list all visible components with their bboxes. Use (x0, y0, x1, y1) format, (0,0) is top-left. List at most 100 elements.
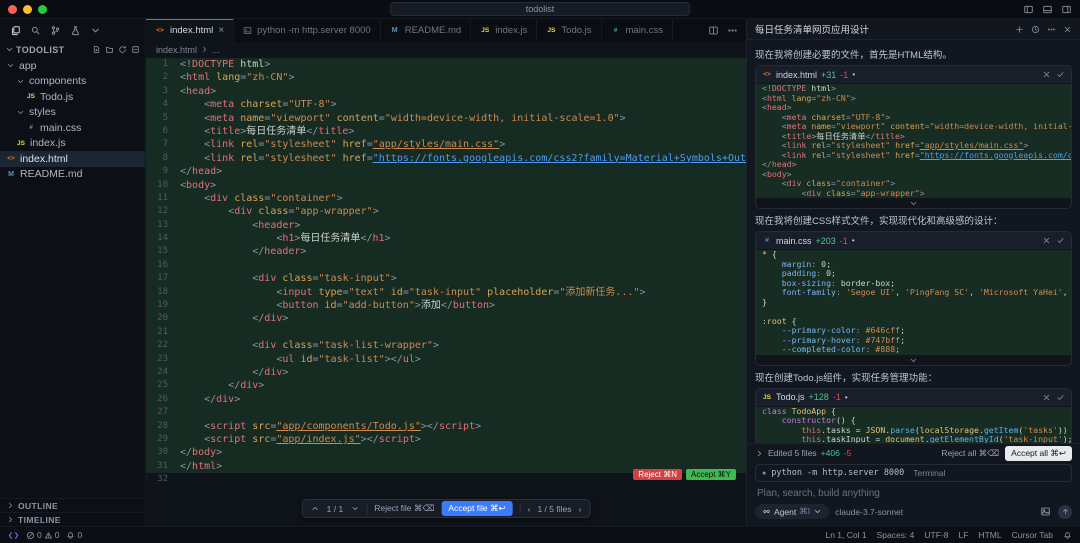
more-icon[interactable] (1047, 25, 1056, 34)
editor-line-4[interactable]: 4 <meta charset="UTF-8"> (146, 98, 746, 111)
file-index.js[interactable]: JSindex.js (0, 136, 145, 152)
bell-icon[interactable] (1063, 531, 1072, 540)
collapse-all-icon[interactable] (131, 45, 140, 54)
prev-file-icon[interactable]: ‹ (528, 504, 531, 514)
editor-line-29[interactable]: 29 <script src="app/index.js"></script> (146, 433, 746, 446)
history-icon[interactable] (1031, 25, 1040, 34)
editor-line-5[interactable]: 5 <meta name="viewport" content="width=d… (146, 112, 746, 125)
folder-styles[interactable]: styles (0, 105, 145, 121)
diff-card-header[interactable]: JSTodo.js+128-1• (756, 389, 1071, 406)
breadcrumb-item[interactable]: ... (212, 45, 220, 55)
new-folder-icon[interactable] (105, 45, 114, 54)
editor-line-10[interactable]: 10<body> (146, 179, 746, 192)
toggle-secondary-sidebar-icon[interactable] (1061, 4, 1072, 15)
editor-line-25[interactable]: 25 </div> (146, 379, 746, 392)
close-icon[interactable] (1042, 236, 1051, 245)
editor-line-1[interactable]: 1<!DOCTYPE html> (146, 58, 746, 71)
status-lf[interactable]: LF (959, 530, 969, 540)
file-Todo.js[interactable]: JSTodo.js (0, 89, 145, 105)
editor-line-21[interactable]: 21 (146, 326, 746, 339)
editor-line-18[interactable]: 18 <input type="text" id="task-input" pl… (146, 286, 746, 299)
more-icon[interactable] (727, 25, 738, 36)
editor-line-11[interactable]: 11 <div class="container"> (146, 192, 746, 205)
accept-file-button[interactable]: Accept file ⌘↩ (441, 501, 512, 516)
folder-app[interactable]: app (0, 58, 145, 74)
status-html[interactable]: HTML (978, 530, 1001, 540)
editor-line-12[interactable]: 12 <div class="app-wrapper"> (146, 205, 746, 218)
close-tab-icon[interactable]: × (218, 25, 224, 36)
split-editor-icon[interactable] (708, 25, 719, 36)
expand-edited-files-icon[interactable] (755, 449, 764, 458)
maximize-window-button[interactable] (38, 5, 47, 14)
plus-icon[interactable] (1015, 25, 1024, 34)
tab-Todo.js[interactable]: JSTodo.js (537, 19, 601, 42)
diff-card-header[interactable]: <>index.html+31-1• (756, 66, 1071, 83)
status-spaces-4[interactable]: Spaces: 4 (877, 530, 915, 540)
close-icon[interactable] (1042, 70, 1051, 79)
tab-index.js[interactable]: JSindex.js (471, 19, 537, 42)
editor-line-17[interactable]: 17 <div class="task-input"> (146, 272, 746, 285)
reject-hunk-button[interactable]: Reject ⌘N (633, 469, 682, 480)
toggle-sidebar-icon[interactable] (1023, 4, 1034, 15)
accept-hunk-button[interactable]: Accept ⌘Y (686, 469, 736, 480)
agent-mode-selector[interactable]: Agent ⌘I (755, 504, 829, 519)
editor-line-2[interactable]: 2<html lang="zh-CN"> (146, 71, 746, 84)
chevron-down-icon[interactable] (909, 199, 918, 208)
file-README.md[interactable]: MREADME.md (0, 167, 145, 183)
file-main.css[interactable]: #main.css (0, 120, 145, 136)
check-icon[interactable] (1056, 393, 1065, 402)
file-index.html[interactable]: <>index.html (0, 151, 145, 167)
tab-index.html[interactable]: <>index.html× (146, 19, 234, 42)
diff-card-header[interactable]: #main.css+203-1• (756, 232, 1071, 249)
editor-line-19[interactable]: 19 <button id="add-button">添加</button> (146, 299, 746, 312)
status-ln-1-col-1[interactable]: Ln 1, Col 1 (825, 530, 866, 540)
check-icon[interactable] (1056, 236, 1065, 245)
next-diff-icon[interactable] (350, 504, 359, 513)
model-selector[interactable]: claude-3.7-sonnet (835, 507, 903, 517)
editor-line-14[interactable]: 14 <h1>每日任务清单</h1> (146, 232, 746, 245)
breadcrumb[interactable]: index.html... (146, 42, 746, 57)
outline-section[interactable]: OUTLINE (0, 498, 145, 512)
editor-line-28[interactable]: 28 <script src="app/components/Todo.js">… (146, 420, 746, 433)
reject-file-button[interactable]: Reject file ⌘⌫ (374, 503, 434, 514)
editor-line-9[interactable]: 9</head> (146, 165, 746, 178)
files-icon[interactable] (10, 25, 21, 36)
close-icon[interactable] (1042, 393, 1051, 402)
editor-line-7[interactable]: 7 <link rel="stylesheet" href="app/style… (146, 138, 746, 151)
editor-line-23[interactable]: 23 <ul id="task-list"></ul> (146, 353, 746, 366)
editor-line-20[interactable]: 20 </div> (146, 312, 746, 325)
editor-line-22[interactable]: 22 <div class="task-list-wrapper"> (146, 339, 746, 352)
minimize-window-button[interactable] (23, 5, 32, 14)
notifications-indicator[interactable]: 0 (66, 530, 82, 540)
breadcrumb-item[interactable]: index.html (156, 45, 197, 55)
status-utf-8[interactable]: UTF-8 (924, 530, 948, 540)
tab-README.md[interactable]: MREADME.md (381, 19, 471, 42)
close-icon[interactable] (1063, 25, 1072, 34)
tab-main.css[interactable]: #main.css (602, 19, 673, 42)
editor-line-26[interactable]: 26 </div> (146, 393, 746, 406)
explorer-header[interactable]: TODOLIST (0, 41, 145, 58)
remote-icon[interactable] (8, 530, 19, 541)
timeline-section[interactable]: TIMELINE (0, 512, 145, 526)
editor-line-3[interactable]: 3<head> (146, 85, 746, 98)
editor-line-8[interactable]: 8 <link rel="stylesheet" href="https://f… (146, 152, 746, 165)
tab-python--m-http.server-8000[interactable]: python -m http.server 8000 (234, 19, 381, 42)
prev-diff-icon[interactable] (311, 504, 320, 513)
attach-image-icon[interactable] (1040, 506, 1051, 517)
source-control-icon[interactable] (50, 25, 61, 36)
editor-line-16[interactable]: 16 (146, 259, 746, 272)
toggle-panel-icon[interactable] (1042, 4, 1053, 15)
reject-all-button[interactable]: Reject all ⌘⌫ (941, 448, 999, 459)
editor-line-30[interactable]: 30</body> (146, 446, 746, 459)
editor-line-6[interactable]: 6 <title>每日任务清单</title> (146, 125, 746, 138)
editor-line-15[interactable]: 15 </header> (146, 245, 746, 258)
search-icon[interactable] (30, 25, 41, 36)
chevron-down-icon[interactable] (90, 25, 101, 36)
flask-icon[interactable] (70, 25, 81, 36)
project-search-pill[interactable]: todolist (390, 2, 690, 16)
chat-input[interactable]: Plan, search, build anything (747, 484, 1080, 502)
editor-line-13[interactable]: 13 <header> (146, 219, 746, 232)
check-icon[interactable] (1056, 70, 1065, 79)
editor-line-27[interactable]: 27 (146, 406, 746, 419)
editor-line-24[interactable]: 24 </div> (146, 366, 746, 379)
